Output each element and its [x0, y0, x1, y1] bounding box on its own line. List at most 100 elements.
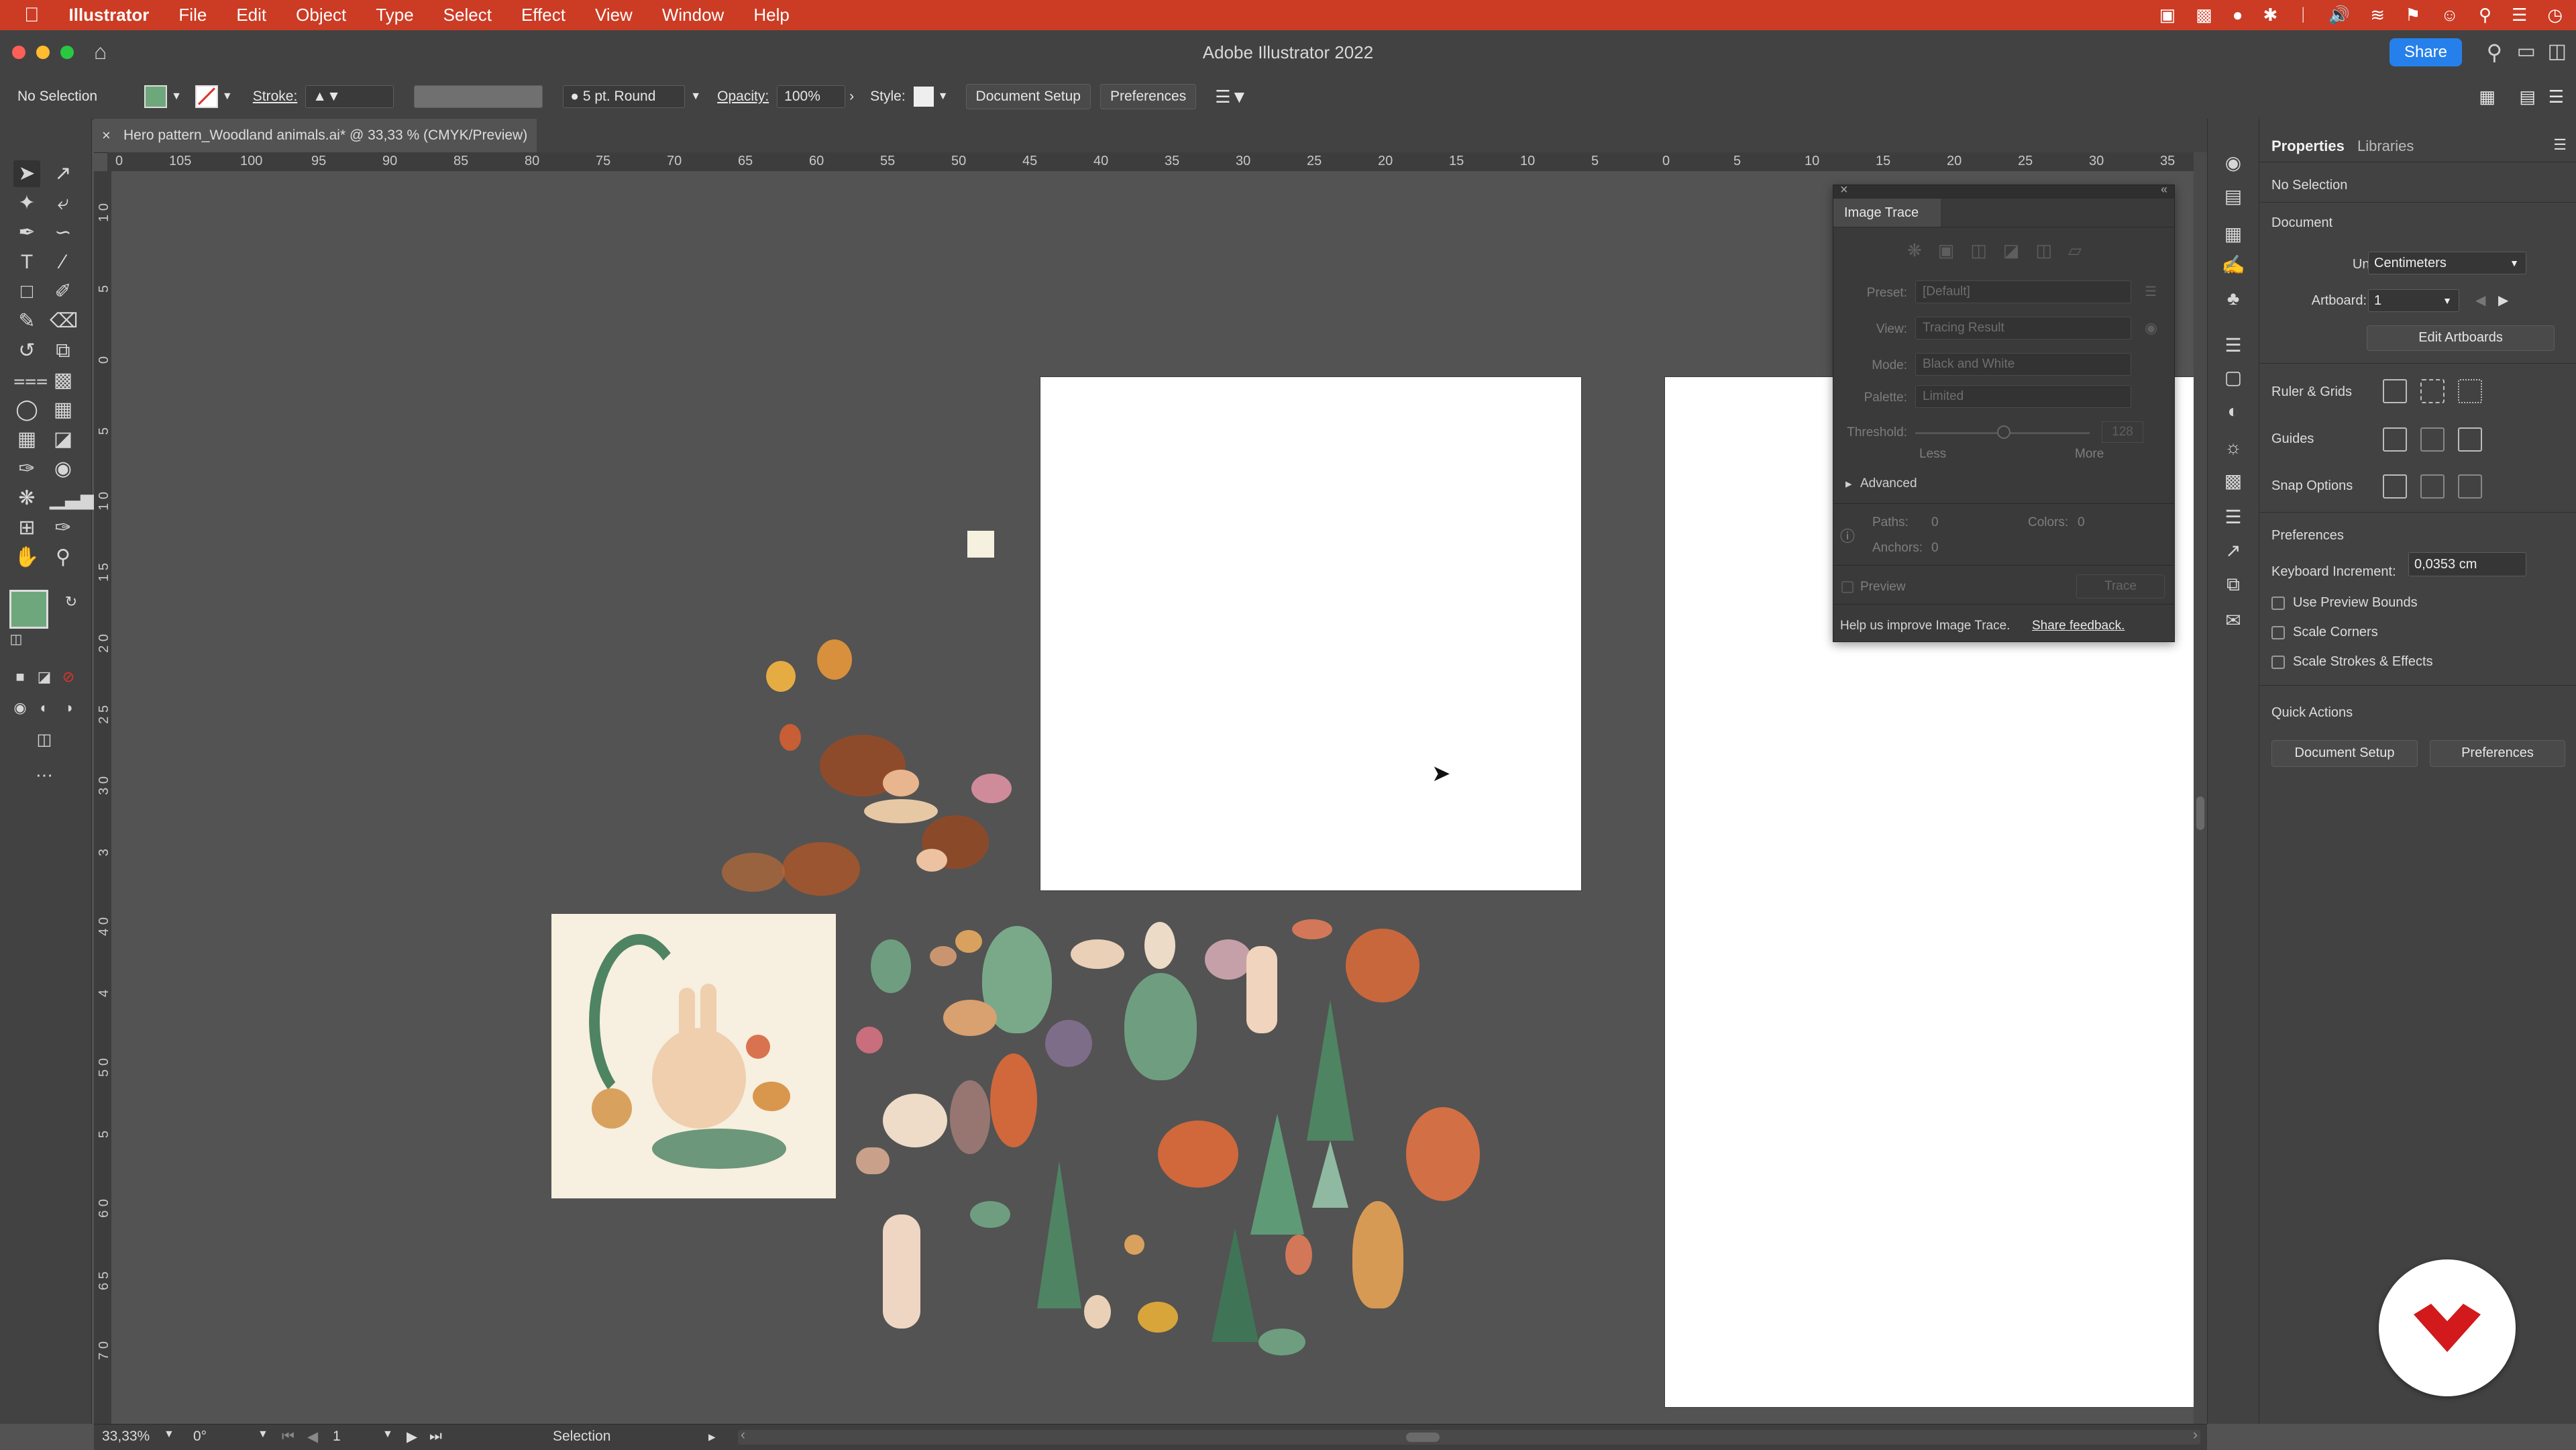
align-icon[interactable]: ▦: [2479, 87, 2496, 107]
woodland-animals-illustrations[interactable]: [856, 919, 1601, 1402]
zoom-dropdown-icon[interactable]: ▼: [164, 1429, 174, 1441]
swatches-panel-icon[interactable]: ▦: [2220, 221, 2247, 248]
threshold-value[interactable]: 128: [2102, 421, 2143, 443]
line-tool-icon[interactable]: ∕: [50, 249, 76, 276]
libraries-tab[interactable]: Libraries: [2357, 138, 2414, 155]
workspace-icon[interactable]: ▭: [2517, 40, 2536, 63]
keyboard-increment-field[interactable]: 0,0353 cm: [2408, 552, 2526, 576]
scroll-left-icon[interactable]: ‹: [741, 1427, 745, 1443]
snap-to-pixel-icon[interactable]: [2420, 474, 2445, 499]
menu-edit[interactable]: Edit: [221, 5, 281, 25]
mesh-tool-icon[interactable]: ▦: [13, 426, 40, 453]
slice-tool-icon[interactable]: ✑: [50, 515, 76, 541]
first-artboard-icon[interactable]: ⏮: [282, 1429, 294, 1445]
lock-guides-icon[interactable]: [2420, 427, 2445, 452]
edit-toolbar-icon[interactable]: ⋯: [31, 762, 58, 788]
vertical-scrollbar[interactable]: [2194, 152, 2207, 1424]
graphic-styles-panel-icon[interactable]: ▩: [2220, 468, 2247, 495]
transparency-grid-icon[interactable]: [2458, 379, 2482, 403]
panel-menu-icon[interactable]: ☰: [2553, 136, 2567, 154]
advanced-label[interactable]: Advanced: [1860, 476, 1917, 491]
horizontal-ruler[interactable]: 0 105 100 95 90 85 80 75 70 65 60 55 50 …: [107, 152, 2194, 172]
eyedropper-tool-icon[interactable]: ✑: [13, 456, 40, 482]
preferences-button[interactable]: Preferences: [1099, 84, 1197, 109]
fill-swatch[interactable]: [144, 85, 168, 108]
stroke-weight-field[interactable]: ▲▼: [305, 85, 394, 108]
menu-effect[interactable]: Effect: [506, 5, 580, 25]
appearance-panel-icon[interactable]: ☼: [2220, 434, 2247, 461]
none-mode-icon[interactable]: ⊘: [55, 664, 82, 690]
opacity-arrow-icon[interactable]: ›: [849, 89, 854, 105]
layers-panel-icon[interactable]: ☰: [2220, 504, 2247, 531]
preview-checkbox[interactable]: [1841, 581, 1854, 593]
comments-panel-icon[interactable]: ✉: [2220, 607, 2247, 634]
blend-tool-icon[interactable]: ◉: [50, 456, 76, 482]
direct-selection-tool-icon[interactable]: ↗: [50, 160, 76, 187]
preset-dropdown[interactable]: [Default]: [1915, 280, 2131, 303]
snap-to-point-icon[interactable]: [2383, 474, 2407, 499]
document-tab[interactable]: × Hero pattern_Woodland animals.ai* @ 33…: [94, 119, 537, 152]
snap-to-glyph-icon[interactable]: [2458, 474, 2482, 499]
draw-behind-icon[interactable]: ◐: [31, 694, 58, 721]
close-tab-icon[interactable]: ×: [102, 119, 111, 152]
scale-corners-checkbox[interactable]: [2271, 626, 2285, 639]
opacity-label[interactable]: Opacity:: [717, 89, 769, 105]
rectangle-tool-icon[interactable]: □: [13, 278, 40, 305]
preset-shortcut-icons[interactable]: ❋▣◫◪◫▱: [1907, 240, 2108, 264]
bluetooth-icon[interactable]: ᛁ: [2298, 5, 2308, 25]
hand-tool-icon[interactable]: ✋: [13, 544, 40, 571]
wifi-icon[interactable]: ≋: [2370, 5, 2385, 25]
color-panel-icon[interactable]: ◉: [2220, 150, 2247, 176]
pen-tool-icon[interactable]: ✒: [13, 219, 40, 246]
user-icon[interactable]: ☺: [2440, 5, 2459, 25]
scale-tool-icon[interactable]: ⧉: [50, 338, 76, 364]
search-icon[interactable]: ⚲: [2479, 5, 2491, 25]
preset-menu-icon[interactable]: ☰: [2145, 283, 2157, 300]
artboard-dropdown-icon[interactable]: ▼: [382, 1429, 393, 1441]
vertical-scrollbar-thumb[interactable]: [2196, 796, 2204, 830]
clock-icon[interactable]: ◷: [2547, 5, 2563, 25]
selection-tool-icon[interactable]: ➤: [13, 160, 40, 187]
opacity-field[interactable]: 100%: [777, 85, 846, 108]
search-help-icon[interactable]: ⚲: [2487, 40, 2502, 65]
stroke-label[interactable]: Stroke:: [253, 89, 298, 105]
last-artboard-icon[interactable]: ⏭: [429, 1429, 442, 1445]
screen-icon[interactable]: ▩: [2196, 5, 2212, 25]
style-swatch[interactable]: [913, 87, 934, 107]
quick-document-setup-button[interactable]: Document Setup: [2271, 740, 2418, 767]
artboard-number[interactable]: 1: [333, 1429, 341, 1445]
panel-drag-bar[interactable]: × «: [1833, 183, 2174, 199]
shaper-tool-icon[interactable]: ✎: [13, 308, 40, 335]
edit-artboards-button[interactable]: Edit Artboards: [2367, 325, 2555, 351]
grid-icon[interactable]: [2420, 379, 2445, 403]
advanced-toggle-icon[interactable]: ▸: [1845, 476, 1852, 492]
draw-normal-icon[interactable]: ◉: [7, 694, 34, 721]
menu-app[interactable]: Illustrator: [54, 5, 164, 25]
fill-color-swatch[interactable]: [9, 590, 48, 629]
libraries-panel-icon[interactable]: ▤: [2220, 183, 2247, 210]
image-trace-tab[interactable]: Image Trace: [1833, 199, 1941, 227]
gradient-panel-icon[interactable]: ▢: [2220, 364, 2247, 391]
horizontal-scrollbar[interactable]: ‹ ›: [738, 1427, 2200, 1445]
brush-dropdown-icon[interactable]: ▼: [690, 91, 701, 103]
screen-mode-icon[interactable]: ◫: [31, 727, 58, 754]
brushes-panel-icon[interactable]: ✍: [2220, 252, 2247, 278]
flag-icon[interactable]: ⚑: [2405, 5, 2420, 25]
panel-layout-icon[interactable]: ◫: [2548, 40, 2567, 63]
artboard-1[interactable]: [1040, 377, 1581, 890]
menu-type[interactable]: Type: [361, 5, 428, 25]
apple-icon[interactable]: : [0, 4, 54, 27]
lasso-tool-icon[interactable]: ⤶: [50, 190, 76, 217]
mode-dropdown[interactable]: Black and White: [1915, 353, 2131, 376]
menu-view[interactable]: View: [580, 5, 647, 25]
rotate-tool-icon[interactable]: ↺: [13, 338, 40, 364]
export-panel-icon[interactable]: ↗: [2220, 537, 2247, 564]
transform-icon[interactable]: ▤: [2519, 87, 2536, 107]
use-preview-bounds-checkbox[interactable]: [2271, 597, 2285, 610]
next-artboard-status-icon[interactable]: ▶: [407, 1429, 417, 1445]
menu-help[interactable]: Help: [739, 5, 804, 25]
previous-artboard-icon[interactable]: ◀: [2475, 292, 2485, 309]
next-artboard-icon[interactable]: ▶: [2498, 292, 2508, 309]
transparency-panel-icon[interactable]: ◐: [2220, 398, 2247, 425]
draw-inside-icon[interactable]: ◑: [55, 694, 82, 721]
